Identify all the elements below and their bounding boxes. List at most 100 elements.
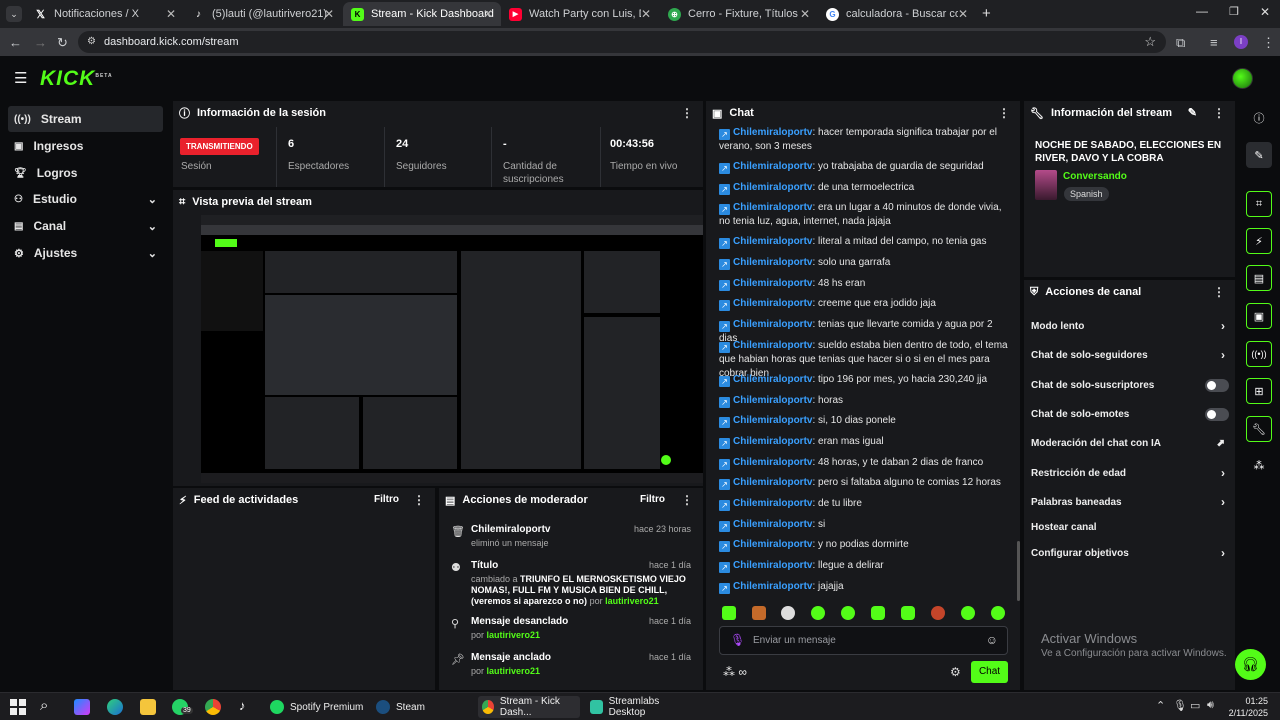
stream-category[interactable]: Conversando: [1063, 171, 1127, 182]
emote-icon[interactable]: [871, 606, 885, 620]
tab-kick-dashboard[interactable]: K Stream - Kick Dashboard ✕: [343, 2, 501, 26]
volume-icon[interactable]: 🔊︎: [1207, 699, 1214, 712]
chat-input[interactable]: 🎙︎ Enviar un mensaje ☺: [719, 626, 1008, 655]
action-configure-goals[interactable]: Configurar objetivos ›: [1031, 542, 1229, 564]
broadcast-icon[interactable]: ((•)): [1246, 341, 1272, 367]
search-icon[interactable]: ⌕: [40, 697, 48, 714]
taskbar-app-chrome-kick[interactable]: Stream - Kick Dash...: [478, 696, 580, 718]
action-ai-moderation[interactable]: Moderación del chat con IA ⬈: [1031, 432, 1229, 454]
user-avatar[interactable]: [1232, 68, 1253, 89]
emote-icon[interactable]: [931, 606, 945, 620]
clock[interactable]: 01:25 2/11/2025: [1228, 695, 1268, 719]
support-headset-button[interactable]: 🎧︎: [1235, 649, 1266, 680]
action-followers-only[interactable]: Chat de solo-seguidores ›: [1031, 344, 1229, 366]
emote-icon[interactable]: [961, 606, 975, 620]
sidebar-item-ajustes[interactable]: ⚙ Ajustes ⌄: [8, 240, 163, 266]
emote-icon[interactable]: [781, 606, 795, 620]
copilot-icon[interactable]: [74, 699, 90, 715]
category-thumbnail[interactable]: [1035, 170, 1057, 200]
edit-pencil-icon[interactable]: ✎: [1246, 142, 1272, 168]
profile-avatar[interactable]: I: [1234, 35, 1248, 49]
feed-filter-button[interactable]: Filtro: [374, 494, 399, 505]
reload-icon[interactable]: ↻: [57, 35, 68, 51]
tab-youtube[interactable]: ▶ Watch Party con Luis, Davo, La ✕: [501, 2, 659, 26]
more-options-icon[interactable]: ⋮: [681, 106, 693, 120]
bolt-icon[interactable]: ⚡︎: [1246, 228, 1272, 254]
close-tab-icon[interactable]: ✕: [166, 7, 176, 21]
more-options-icon[interactable]: ⋮: [1213, 285, 1225, 299]
chat-bubble-icon[interactable]: ▣: [1246, 303, 1272, 329]
back-icon[interactable]: ←: [9, 35, 22, 50]
close-tab-icon[interactable]: ✕: [483, 7, 493, 21]
edit-pencil-icon[interactable]: ✎: [1188, 106, 1197, 119]
system-tray-chevron-icon[interactable]: ⌃: [1156, 699, 1165, 712]
sidebar-item-logros[interactable]: 🏆︎ Logros: [8, 160, 163, 186]
microphone-icon[interactable]: 🎙︎: [730, 633, 745, 647]
action-slow-mode[interactable]: Modo lento ›: [1031, 315, 1229, 337]
taskbar-app-streamlabs[interactable]: Streamlabs Desktop: [586, 696, 690, 718]
stream-preview-video[interactable]: [201, 215, 703, 483]
tab-cerro[interactable]: ⊕ Cerro - Fixture, Títulos y Plantel ✕: [660, 2, 818, 26]
close-tab-icon[interactable]: ✕: [324, 7, 334, 21]
emoji-icon[interactable]: ☺: [986, 633, 998, 647]
site-info-icon[interactable]: ⚙: [87, 31, 96, 53]
windows-start-icon[interactable]: [10, 699, 26, 715]
more-options-icon[interactable]: ⋮: [413, 493, 425, 507]
close-tab-icon[interactable]: ✕: [641, 7, 651, 21]
close-window-icon[interactable]: ✕: [1260, 5, 1270, 19]
kick-logo[interactable]: KICKBETA: [40, 67, 113, 91]
emote-icon[interactable]: [811, 606, 825, 620]
forward-icon[interactable]: →: [34, 35, 47, 50]
sidebar-item-estudio[interactable]: ⚇ Estudio ⌄: [8, 186, 163, 212]
apps-icon[interactable]: ⁂: [1246, 452, 1272, 478]
emote-icon[interactable]: [901, 606, 915, 620]
network-icon[interactable]: ▭: [1190, 699, 1200, 712]
more-options-icon[interactable]: ⋮: [1213, 106, 1225, 120]
action-banned-words[interactable]: Palabras baneadas ›: [1031, 491, 1229, 513]
more-options-icon[interactable]: ⋮: [681, 493, 693, 507]
sidebar-item-canal[interactable]: ▤ Canal ⌄: [8, 213, 163, 239]
taskbar-app-spotify[interactable]: Spotify Premium: [266, 696, 366, 718]
edge-icon[interactable]: [107, 699, 123, 715]
emote-icon[interactable]: [841, 606, 855, 620]
chrome-icon[interactable]: [205, 699, 221, 715]
restore-icon[interactable]: ❐: [1229, 5, 1239, 18]
action-age-restriction[interactable]: Restricción de edad ›: [1031, 462, 1229, 484]
info-icon[interactable]: ⓘ: [1246, 105, 1272, 131]
emote-icon[interactable]: [752, 606, 766, 620]
bookmark-star-icon[interactable]: ☆: [1144, 31, 1156, 53]
media-controls-icon[interactable]: ≡: [1210, 35, 1218, 50]
emotes-only-toggle[interactable]: [1205, 407, 1229, 421]
stream-preview-icon[interactable]: ⌗: [1246, 191, 1272, 217]
document-icon[interactable]: ▤: [1246, 265, 1272, 291]
layout-icon[interactable]: ⊞: [1246, 378, 1272, 404]
chat-send-button[interactable]: Chat: [971, 661, 1008, 683]
microphone-icon[interactable]: 🎙︎: [1173, 699, 1187, 712]
close-tab-icon[interactable]: ✕: [958, 7, 968, 21]
emote-icon[interactable]: [991, 606, 1005, 620]
minimize-icon[interactable]: —: [1196, 4, 1208, 18]
more-options-icon[interactable]: ⋮: [998, 106, 1010, 120]
subscribers-only-toggle[interactable]: [1205, 378, 1229, 392]
address-bar[interactable]: ⚙ dashboard.kick.com/stream ☆: [78, 31, 1166, 53]
browser-menu-icon[interactable]: ⋮: [1262, 35, 1275, 51]
sidebar-item-ingresos[interactable]: ▣ Ingresos: [8, 133, 163, 159]
taskbar-app-steam[interactable]: Steam: [372, 696, 472, 718]
hamburger-menu-icon[interactable]: ☰: [14, 69, 27, 87]
extensions-icon[interactable]: ⧉: [1176, 35, 1185, 51]
wrench-icon[interactable]: 🔧︎: [1246, 416, 1272, 442]
chat-settings-icon[interactable]: ⚙: [950, 665, 961, 679]
tab-google[interactable]: G calculadora - Buscar con Google ✕: [818, 2, 976, 26]
close-tab-icon[interactable]: ✕: [800, 7, 810, 21]
tab-tiktok[interactable]: ♪ (5)lauti (@lautirivero21) | TikTok ✕: [184, 2, 342, 26]
file-explorer-icon[interactable]: [140, 699, 156, 715]
channel-points-icon[interactable]: ⁂ ∞: [723, 665, 747, 679]
tab-x[interactable]: 𝕏 Notificaciones / X ✕: [26, 2, 184, 26]
new-tab-icon[interactable]: +: [982, 5, 991, 22]
emote-icon[interactable]: [722, 606, 736, 620]
sidebar-item-stream[interactable]: ((•)) Stream: [8, 106, 163, 132]
action-host-channel[interactable]: Hostear canal: [1031, 516, 1229, 538]
tab-search-button[interactable]: ⌄: [6, 6, 22, 22]
tiktok-icon[interactable]: ♪: [239, 698, 246, 713]
chat-scrollbar[interactable]: [1017, 541, 1020, 601]
